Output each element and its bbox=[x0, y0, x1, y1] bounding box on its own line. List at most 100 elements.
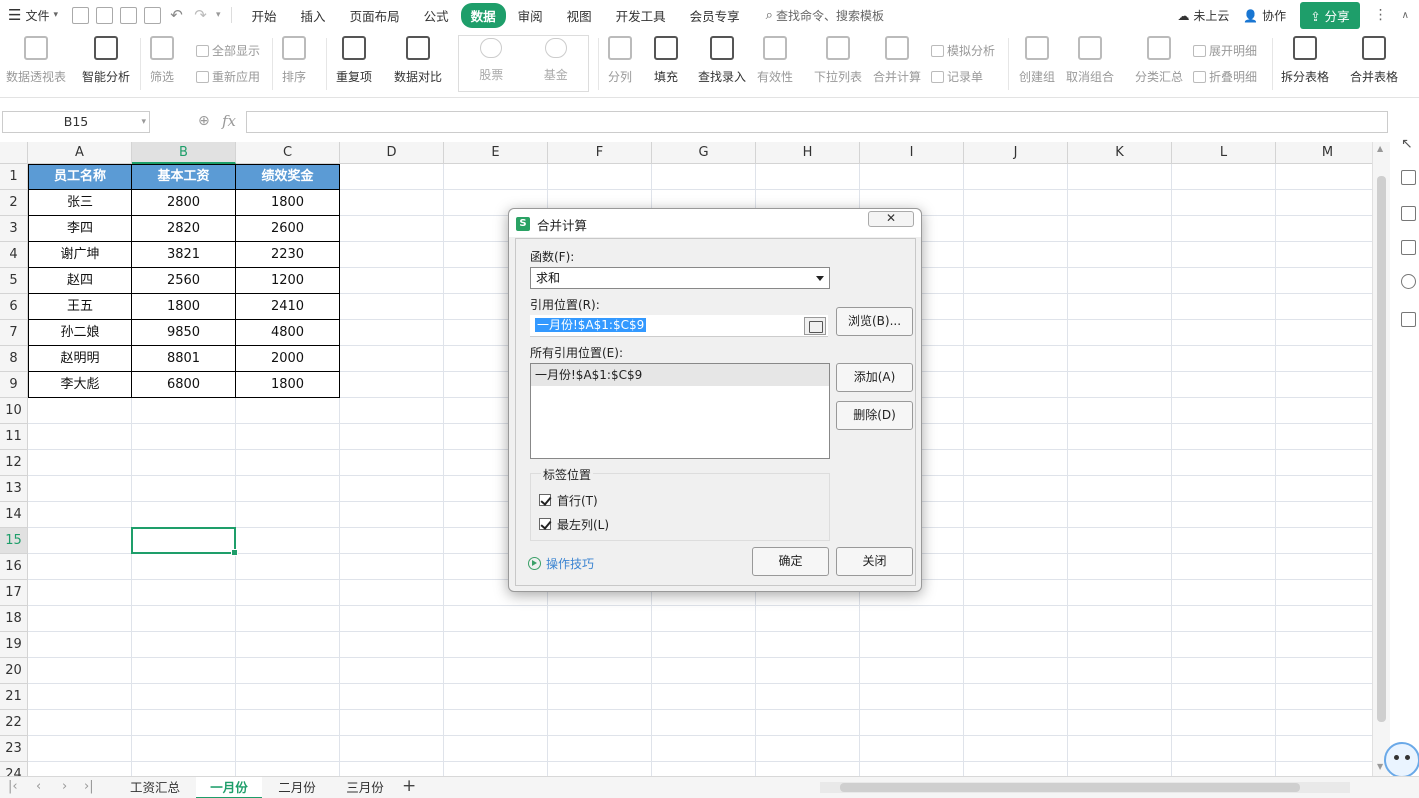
sheet-tab-march[interactable]: 三月份 bbox=[332, 777, 398, 798]
left-column-checkbox[interactable] bbox=[539, 518, 551, 530]
command-search[interactable]: ⌕ 查找命令、搜索模板 bbox=[766, 7, 884, 24]
expand-detail-button[interactable]: 展开明细 bbox=[1193, 42, 1257, 59]
column-header-k[interactable]: K bbox=[1068, 142, 1172, 164]
row-header-1[interactable]: 1 bbox=[0, 164, 28, 190]
row-header-13[interactable]: 13 bbox=[0, 476, 28, 502]
all-references-list[interactable]: 一月份!$A$1:$C$9 bbox=[530, 363, 830, 459]
row-header-2[interactable]: 2 bbox=[0, 190, 28, 216]
table-cell[interactable]: 2560 bbox=[132, 268, 236, 294]
row-header-14[interactable]: 14 bbox=[0, 502, 28, 528]
ungroup-button[interactable]: 取消组合 bbox=[1066, 36, 1114, 85]
table-cell[interactable]: 2800 bbox=[132, 190, 236, 216]
horizontal-scroll-thumb[interactable] bbox=[840, 783, 1300, 792]
zoom-search-icon[interactable]: ⊕ bbox=[198, 113, 210, 129]
filter-button[interactable]: 筛选 bbox=[150, 36, 174, 85]
next-sheet-icon[interactable]: › bbox=[62, 779, 67, 794]
dialog-title-bar[interactable]: S 合并计算 ✕ bbox=[509, 209, 921, 237]
row-header-6[interactable]: 6 bbox=[0, 294, 28, 320]
validity-button[interactable]: 有效性 bbox=[757, 36, 793, 85]
more-icon[interactable]: ⋮ bbox=[1374, 7, 1388, 23]
create-group-button[interactable]: 创建组 bbox=[1019, 36, 1055, 85]
column-header-b[interactable]: B bbox=[132, 142, 236, 164]
table-cell[interactable]: 谢广坤 bbox=[28, 242, 132, 268]
show-all-button[interactable]: 全部显示 bbox=[196, 42, 260, 59]
table-cell[interactable]: 孙二娘 bbox=[28, 320, 132, 346]
row-header-24[interactable]: 24 bbox=[0, 762, 28, 776]
find-entry-button[interactable]: 查找录入 bbox=[698, 36, 746, 85]
function-select[interactable]: 求和 bbox=[530, 267, 830, 289]
column-header-d[interactable]: D bbox=[340, 142, 444, 164]
fill-button[interactable]: 填充 bbox=[654, 36, 678, 85]
tab-home[interactable]: 开始 bbox=[240, 3, 289, 28]
sheet-tab-summary[interactable]: 工资汇总 bbox=[116, 777, 194, 798]
scroll-down-icon[interactable]: ▼ bbox=[1377, 762, 1383, 771]
column-header-j[interactable]: J bbox=[964, 142, 1068, 164]
data-compare-button[interactable]: 数据对比 bbox=[394, 36, 442, 85]
table-cell[interactable]: 2000 bbox=[236, 346, 340, 372]
merge-table-button[interactable]: 合并表格 bbox=[1350, 36, 1398, 85]
table-cell[interactable]: 3821 bbox=[132, 242, 236, 268]
table-cell[interactable]: 2410 bbox=[236, 294, 340, 320]
table-cell[interactable]: 赵明明 bbox=[28, 346, 132, 372]
table-cell[interactable]: 2820 bbox=[132, 216, 236, 242]
pivot-table-button[interactable]: 数据透视表 bbox=[6, 36, 66, 85]
column-header-a[interactable]: A bbox=[28, 142, 132, 164]
tab-developer[interactable]: 开发工具 bbox=[604, 3, 678, 28]
duplicates-button[interactable]: 重复项 bbox=[336, 36, 372, 85]
tab-insert[interactable]: 插入 bbox=[289, 3, 338, 28]
tab-view[interactable]: 视图 bbox=[555, 3, 604, 28]
row-header-11[interactable]: 11 bbox=[0, 424, 28, 450]
first-sheet-icon[interactable]: |‹ bbox=[8, 779, 18, 794]
tab-member[interactable]: 会员专享 bbox=[678, 3, 752, 28]
stock-button[interactable]: 股票 bbox=[459, 36, 524, 91]
table-cell[interactable]: 1800 bbox=[236, 372, 340, 398]
table-cell[interactable]: 1800 bbox=[236, 190, 340, 216]
row-header-22[interactable]: 22 bbox=[0, 710, 28, 736]
quick-dropdown-icon[interactable]: ▾ bbox=[216, 10, 221, 20]
print-icon[interactable] bbox=[120, 6, 137, 24]
table-cell[interactable]: 2600 bbox=[236, 216, 340, 242]
simulate-analysis-button[interactable]: 模拟分析 bbox=[931, 42, 995, 59]
vertical-scrollbar[interactable]: ▲ ▼ bbox=[1372, 142, 1390, 776]
row-header-9[interactable]: 9 bbox=[0, 372, 28, 398]
add-sheet-button[interactable]: + bbox=[402, 776, 416, 796]
sheet-tab-february[interactable]: 二月份 bbox=[264, 777, 330, 798]
dialog-close-button[interactable]: ✕ bbox=[868, 211, 914, 227]
consolidate-button[interactable]: 合并计算 bbox=[873, 36, 921, 85]
active-cell-b15[interactable] bbox=[131, 527, 238, 556]
column-header-l[interactable]: L bbox=[1172, 142, 1276, 164]
table-cell[interactable]: 赵四 bbox=[28, 268, 132, 294]
collapse-detail-button[interactable]: 折叠明细 bbox=[1193, 68, 1257, 85]
reapply-button[interactable]: 重新应用 bbox=[196, 68, 260, 85]
column-header-e[interactable]: E bbox=[444, 142, 548, 164]
row-header-5[interactable]: 5 bbox=[0, 268, 28, 294]
table-cell[interactable]: 1800 bbox=[132, 294, 236, 320]
column-header-m[interactable]: M bbox=[1276, 142, 1372, 164]
collapse-ribbon-icon[interactable]: ∧ bbox=[1402, 10, 1409, 21]
cursor-icon[interactable]: ↖ bbox=[1401, 136, 1416, 152]
row-header-16[interactable]: 16 bbox=[0, 554, 28, 580]
subtotal-button[interactable]: 分类汇总 bbox=[1135, 36, 1183, 85]
select-all-corner[interactable] bbox=[0, 142, 28, 164]
tab-page-layout[interactable]: 页面布局 bbox=[338, 3, 412, 28]
sort-button[interactable]: 排序 bbox=[282, 36, 306, 85]
row-header-18[interactable]: 18 bbox=[0, 606, 28, 632]
column-header-i[interactable]: I bbox=[860, 142, 964, 164]
row-header-7[interactable]: 7 bbox=[0, 320, 28, 346]
close-button[interactable]: 关闭 bbox=[836, 547, 913, 576]
list-item[interactable]: 一月份!$A$1:$C$9 bbox=[531, 364, 829, 386]
settings-sliders-icon[interactable] bbox=[1401, 170, 1416, 185]
table-header-cell[interactable]: 基本工资 bbox=[132, 164, 236, 190]
export-icon[interactable] bbox=[96, 6, 113, 24]
book-icon[interactable] bbox=[1401, 312, 1416, 327]
reference-input[interactable]: 一月份!$A$1:$C$9 bbox=[530, 315, 828, 337]
add-button[interactable]: 添加(A) bbox=[836, 363, 913, 392]
cloud-status[interactable]: ☁ 未上云 bbox=[1178, 7, 1230, 24]
split-column-button[interactable]: 分列 bbox=[608, 36, 632, 85]
prev-sheet-icon[interactable]: ‹ bbox=[36, 779, 41, 794]
tab-formula[interactable]: 公式 bbox=[412, 3, 461, 28]
name-box[interactable]: B15 ▾ bbox=[2, 111, 150, 133]
assistant-bot-icon[interactable] bbox=[1384, 742, 1419, 778]
table-cell[interactable]: 4800 bbox=[236, 320, 340, 346]
table-cell[interactable]: 8801 bbox=[132, 346, 236, 372]
